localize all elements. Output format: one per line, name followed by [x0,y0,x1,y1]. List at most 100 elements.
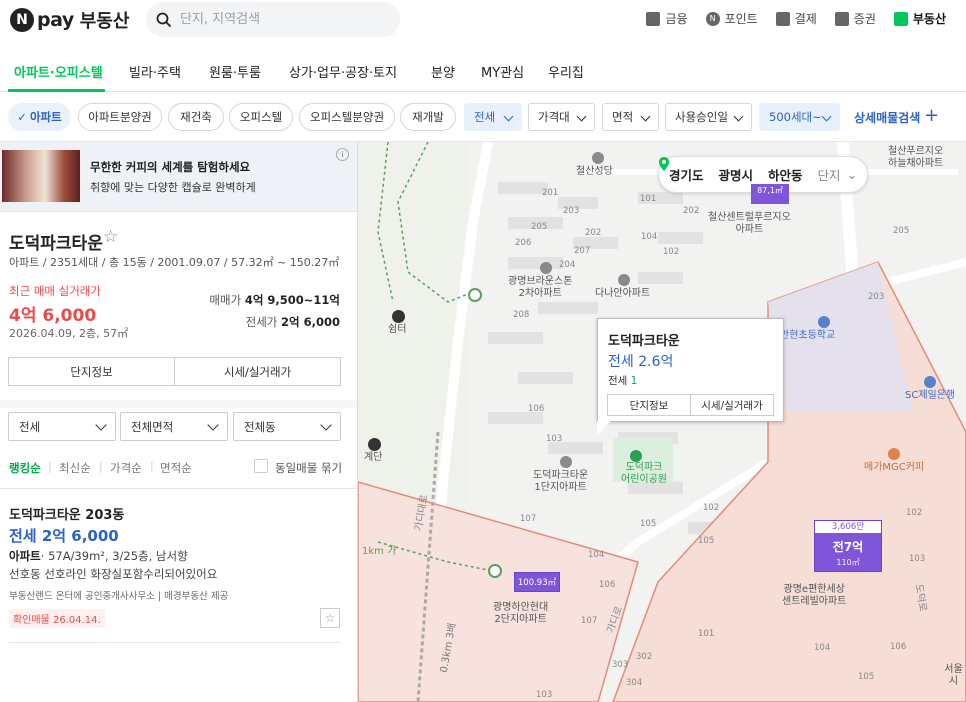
popup-complex-info-button[interactable]: 단지정보 [608,395,690,415]
listing-agent: 부동산랜드 온터에 공인중개사사무소 | 매경부동산 제공 [9,591,229,602]
sort-separator: | [99,460,103,473]
jeonse-price-label: 전세가 [245,315,278,329]
area-select[interactable]: 면적 [602,103,659,131]
map-view[interactable]: 철산성당 철산푸르지오 하늘채아파트 철산센트럴푸르지오 아파트 광명브라운스톤… [358,142,966,702]
region-province[interactable]: 경기도 [669,165,704,184]
sale-price-row: 매매가 4억 9,500~11억 [209,292,340,308]
detail-search-button[interactable]: 상세매물검색 [854,109,920,126]
search-box[interactable] [146,2,400,37]
top-link-point[interactable]: N 포인트 [705,10,758,27]
favorite-star-icon[interactable]: ☆ [103,227,118,247]
complex-meta: 아파트 / 2351세대 / 총 15동 / 2001.09.07 / 57.3… [9,256,340,269]
chevron-down-icon [207,419,219,431]
building-number: 105 [640,519,657,529]
chevron-down-icon [503,111,514,122]
region-city[interactable]: 광명시 [719,165,754,184]
building-dropdown[interactable]: 전체동 [233,412,341,441]
building-number: 206 [515,238,532,248]
list-divider [8,642,341,643]
trade-type-select[interactable]: 전세 [464,103,522,131]
top-link-finance[interactable]: 금융 [646,10,688,27]
building-number: 304 [626,678,643,688]
building-number: 205 [893,226,910,236]
region-dong[interactable]: 하안동 [768,165,803,184]
verified-badge: 확인매물 26.04.14. [9,609,105,628]
complex-popup[interactable]: 도덕파크타운 전세 2.6억 전세 1 단지정보 시세/실거래가 [597,318,784,422]
tab-presale[interactable]: 분양 [431,62,455,81]
listing-description: 선호동 선호라인 화장실포함수리되어있어요 [9,567,218,581]
tab-commercial-land[interactable]: 상가·업무·공장·토지 [289,62,397,81]
approval-date-select[interactable]: 사용승인일 [665,103,752,131]
region-complex[interactable]: 단지 [818,165,841,184]
chip-officetel[interactable]: 오피스텔 [229,103,293,131]
building-number: 201 [542,188,559,198]
ad-banner[interactable]: 무한한 커피의 세계를 탐험하세요 취향에 맞는 다양한 캡슐로 완벽하게 i [0,142,357,212]
select-value: 500세대~ [769,110,822,124]
naver-pay-realestate-logo[interactable]: N pay 부동산 [10,7,129,33]
top-link-payment[interactable]: 결제 [775,10,817,27]
category-nav: 아파트·오피스텔 빌라·주택 원룸·투룸 상가·업무·공장·토지 분양 MY관심… [0,52,966,92]
popup-market-price-button[interactable]: 시세/실거래가 [690,395,773,415]
trade-type-dropdown[interactable]: 전세 [8,412,116,441]
chip-officetel-presale-right[interactable]: 오피스텔분양권 [299,103,395,131]
building-number: 103 [536,690,553,700]
building-number: 102 [703,503,720,513]
tab-apartment-officetel[interactable]: 아파트·오피스텔 [14,62,103,81]
complex-info-button[interactable]: 단지정보 [9,358,174,385]
chip-redevelopment[interactable]: 재개발 [400,103,456,131]
building-number: 102 [663,247,680,257]
building-number: 105 [858,672,875,682]
top-link-stock[interactable]: 증권 [834,10,876,27]
building-number: 101 [640,194,657,204]
location-pin-icon [659,157,669,171]
ad-info-icon[interactable]: i [336,148,349,161]
building-number: 302 [636,652,653,662]
chevron-down-icon [821,111,832,122]
tab-my-interest[interactable]: MY관심 [481,62,524,81]
same-listing-label[interactable]: 동일매물 묶기 [275,460,342,476]
pin-icon[interactable]: ☆ [320,608,340,628]
area-dropdown[interactable]: 전체면적 [120,412,228,441]
building-number: 204 [559,260,576,270]
search-input[interactable] [180,12,380,27]
price-marker-top[interactable]: 87,1㎡ [751,184,789,204]
sort-price[interactable]: 가격순 [110,460,142,476]
building-number: 106 [890,642,907,652]
building-number: 105 [698,536,715,546]
building-number: 303 [612,660,629,670]
map-label-trail-1km: 1km 가 [362,546,397,557]
tab-my-home[interactable]: 우리집 [548,62,584,81]
tab-oneroom-tworoom[interactable]: 원룸·투룸 [209,62,261,81]
jeonse-price-row: 전세가 2억 6,000 [246,314,340,330]
household-count-select[interactable]: 500세대~ [759,103,840,131]
chip-apartment-presale-right[interactable]: 아파트분양권 [78,103,162,131]
top-link-realestate[interactable]: 부동산 [893,10,946,27]
complex-button-row: 단지정보 시세/실거래가 [8,357,341,386]
price-range-select[interactable]: 가격대 [528,103,595,131]
building-number: 203 [868,292,885,302]
price-marker-area[interactable]: 100.93㎡ [514,572,560,592]
logo-pay-text: pay [37,9,74,31]
top-links: 금융 N 포인트 결제 증권 부동산 [646,10,946,27]
sort-ranking[interactable]: 랭킹순 [9,460,41,476]
plus-icon[interactable]: + [924,105,939,126]
chip-reconstruction[interactable]: 재건축 [168,103,224,131]
sort-area[interactable]: 면적순 [160,460,192,476]
sort-latest[interactable]: 최신순 [59,460,91,476]
marker-unit-price: 3,606만 [815,521,881,534]
market-price-button[interactable]: 시세/실거래가 [174,358,340,385]
stairs-icon [368,438,381,451]
select-value: 면적 [612,110,634,124]
chevron-down-icon [576,111,587,122]
top-link-label: 부동산 [912,12,946,26]
building-number: 208 [513,310,530,320]
tab-villa-house[interactable]: 빌라·주택 [129,62,181,81]
naver-n-logo-icon: N [10,8,34,32]
sort-separator: | [150,460,154,473]
same-listing-checkbox[interactable] [254,459,268,473]
price-marker-jeonse[interactable]: 3,606만 전7억 110㎡ [814,520,882,572]
apartment-icon [540,262,552,274]
chip-apartment[interactable]: ✓ 아파트 [8,103,71,131]
chevron-down-icon[interactable]: ⌄ [847,167,857,182]
chevron-down-icon [640,111,651,122]
